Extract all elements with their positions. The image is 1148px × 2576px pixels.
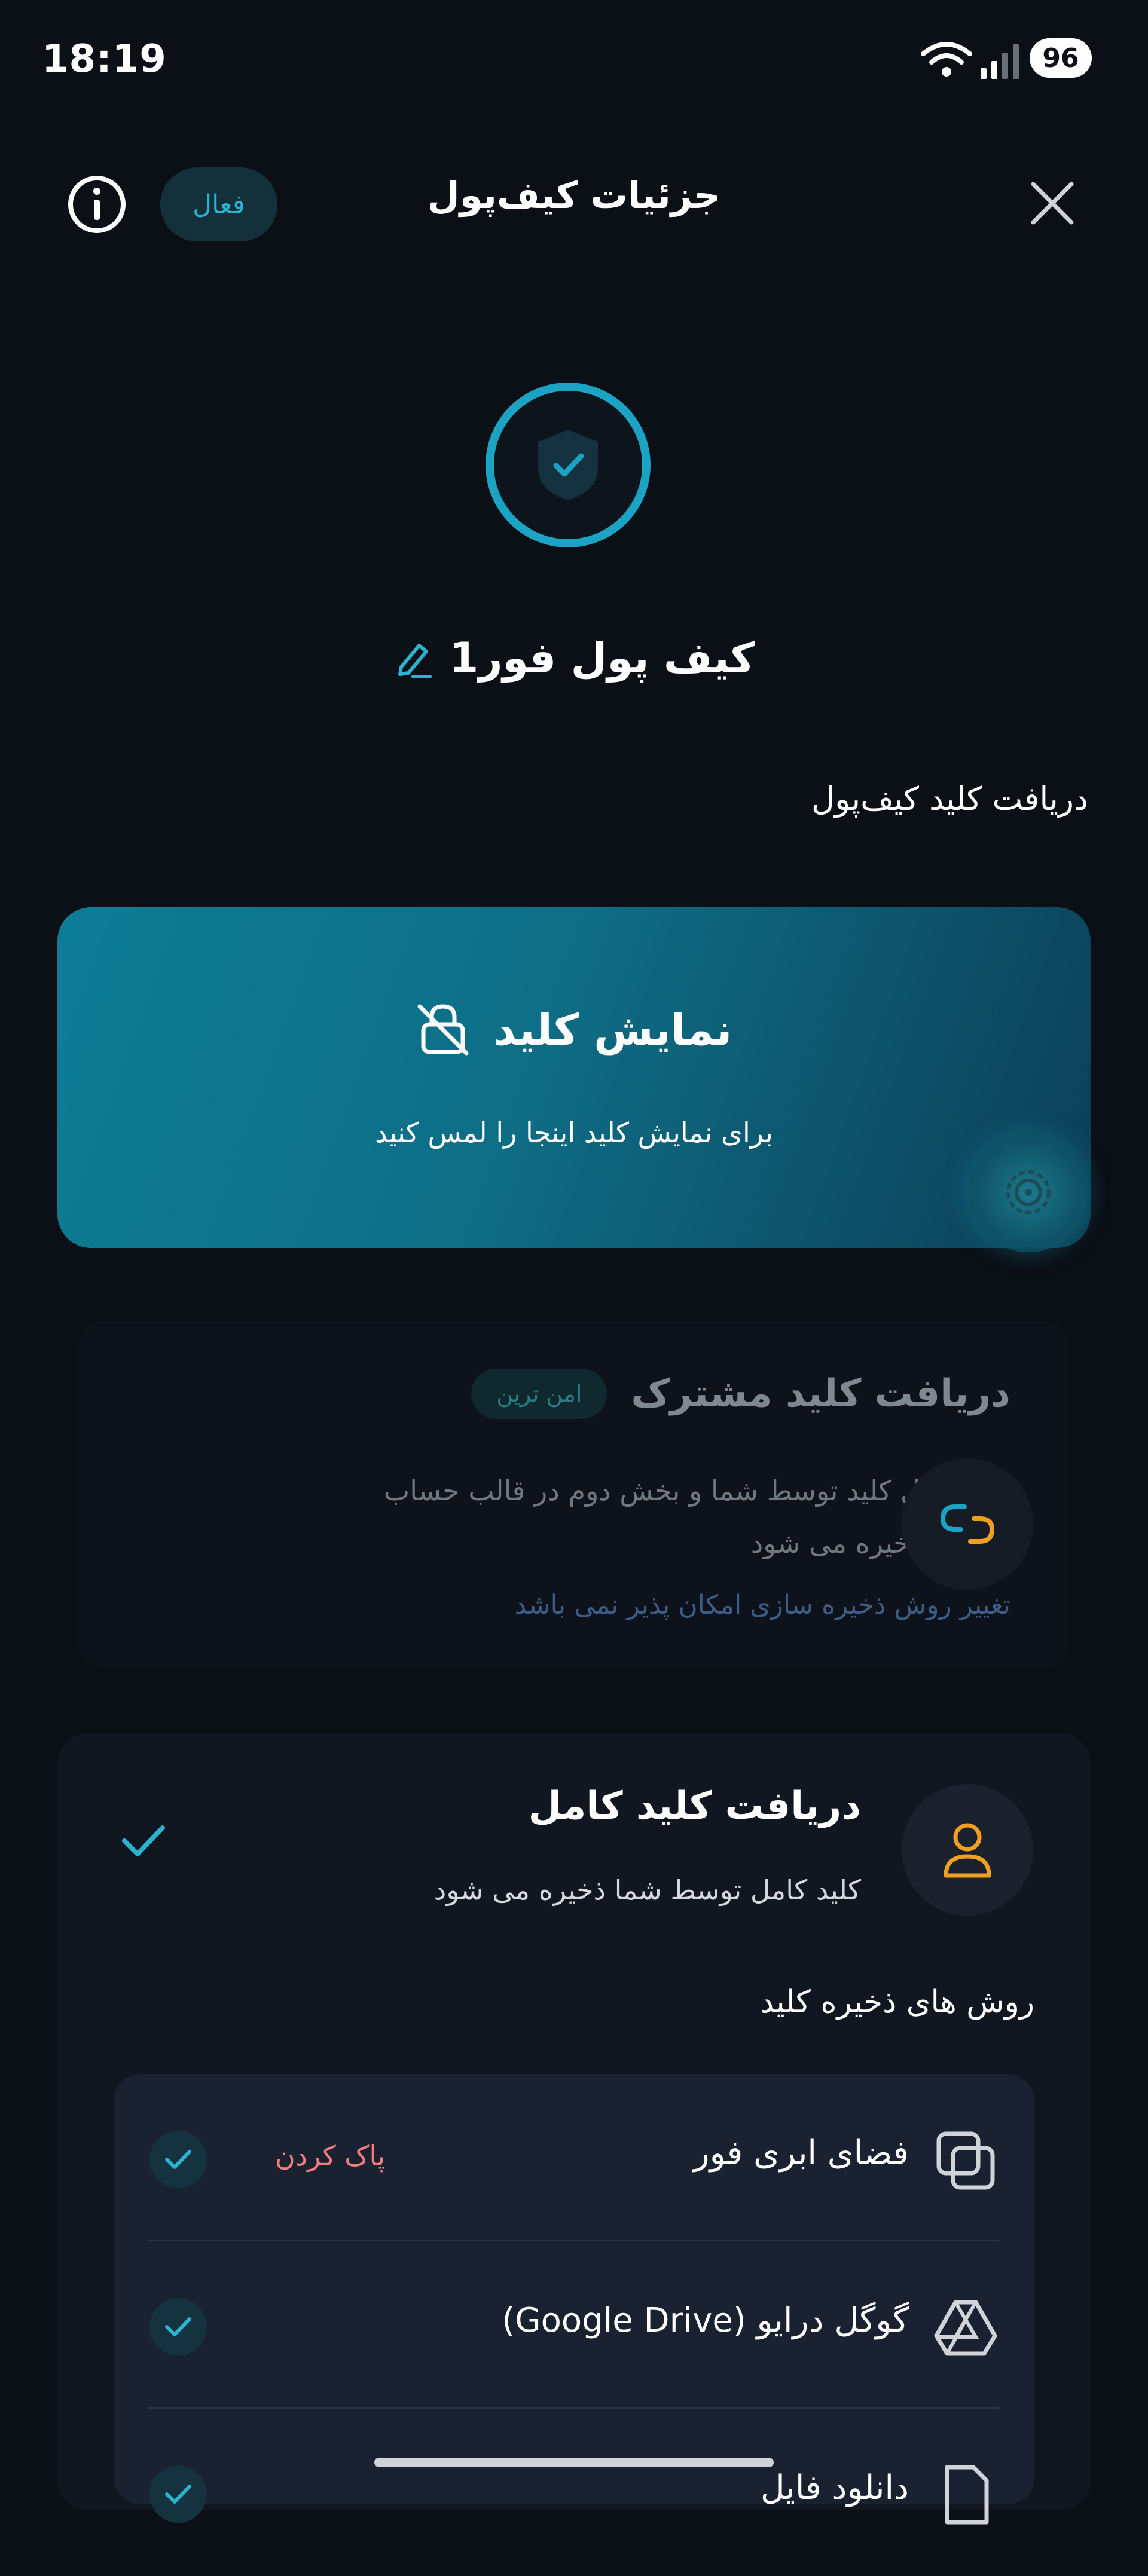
selected-check-icon bbox=[122, 1825, 165, 1856]
key-section-title: دریافت کلید کیف‌پول bbox=[811, 780, 1088, 818]
user-icon bbox=[944, 1823, 991, 1878]
edit-pencil-icon[interactable] bbox=[393, 637, 435, 679]
close-icon[interactable] bbox=[1028, 179, 1076, 227]
storage-method-label: دانلود فایل bbox=[760, 2468, 909, 2507]
show-key-card[interactable]: نمایش کلید برای نمایش کلید اینجا را لمس … bbox=[57, 907, 1091, 1248]
storage-method-label: گوگل درایو (Google Drive) bbox=[502, 2301, 909, 2340]
battery-indicator: 96 bbox=[1030, 38, 1092, 78]
wallet-name-row: کیف پول فور1 bbox=[383, 634, 765, 683]
storage-method-google-drive[interactable]: گوگل درایو (Google Drive) bbox=[149, 2241, 999, 2409]
check-icon bbox=[165, 2485, 191, 2504]
show-key-title-row: نمایش کلید bbox=[57, 1003, 1091, 1057]
home-indicator bbox=[374, 2458, 774, 2467]
show-key-subtitle: برای نمایش کلید اینجا را لمس کنید bbox=[375, 1116, 773, 1149]
google-drive-icon bbox=[934, 2300, 997, 2356]
cloud-layers-icon bbox=[936, 2131, 995, 2190]
storage-methods-title: روش های ذخیره کلید bbox=[759, 1984, 1034, 2020]
storage-methods-list: فضای ابری فور پاک کردن گوگل درایو (Googl… bbox=[114, 2074, 1034, 2525]
info-icon[interactable] bbox=[66, 173, 128, 235]
show-key-title: نمایش کلید bbox=[493, 1005, 732, 1055]
check-icon bbox=[165, 2150, 191, 2169]
lock-hidden-icon bbox=[417, 1004, 469, 1056]
full-key-description: کلید کامل توسط شما ذخیره می شود bbox=[433, 1874, 861, 1906]
wallet-avatar bbox=[486, 383, 651, 547]
shield-check-icon bbox=[538, 430, 598, 500]
page-title: جزئیات کیف‌پول bbox=[427, 173, 721, 217]
remove-link[interactable]: پاک کردن bbox=[275, 2140, 385, 2172]
status-badge: فعال bbox=[160, 167, 277, 241]
wifi-icon bbox=[921, 42, 972, 77]
file-icon bbox=[945, 2465, 989, 2525]
shared-key-title-row: دریافت کلید مشترک امن ترین bbox=[471, 1369, 1010, 1419]
method-checked-badge bbox=[149, 2131, 207, 2188]
full-key-avatar bbox=[902, 1784, 1033, 1916]
full-key-title: دریافت کلید کامل bbox=[528, 1784, 861, 1828]
storage-method-file[interactable]: دانلود فایل bbox=[149, 2409, 999, 2576]
storage-method-cloud[interactable]: فضای ابری فور پاک کردن bbox=[149, 2074, 999, 2241]
fingerprint-icon bbox=[1006, 1170, 1051, 1214]
shared-key-avatar bbox=[902, 1458, 1033, 1590]
status-time: 18:19 bbox=[42, 37, 167, 81]
shared-key-note: تغییر روش ذخیره سازی امکان پذیر نمی باشد bbox=[514, 1590, 1010, 1620]
method-checked-badge bbox=[149, 2298, 207, 2355]
safest-badge: امن ترین bbox=[471, 1369, 607, 1419]
signal-icon bbox=[981, 44, 1019, 79]
wallet-name: کیف پول فور1 bbox=[449, 634, 755, 683]
check-icon bbox=[165, 2317, 191, 2336]
fingerprint-button[interactable] bbox=[969, 1133, 1088, 1252]
link-chain-icon bbox=[940, 1504, 995, 1544]
storage-method-label: فضای ابری فور bbox=[693, 2134, 909, 2173]
shared-key-title: دریافت کلید مشترک bbox=[631, 1372, 1010, 1416]
method-checked-badge bbox=[149, 2465, 207, 2523]
